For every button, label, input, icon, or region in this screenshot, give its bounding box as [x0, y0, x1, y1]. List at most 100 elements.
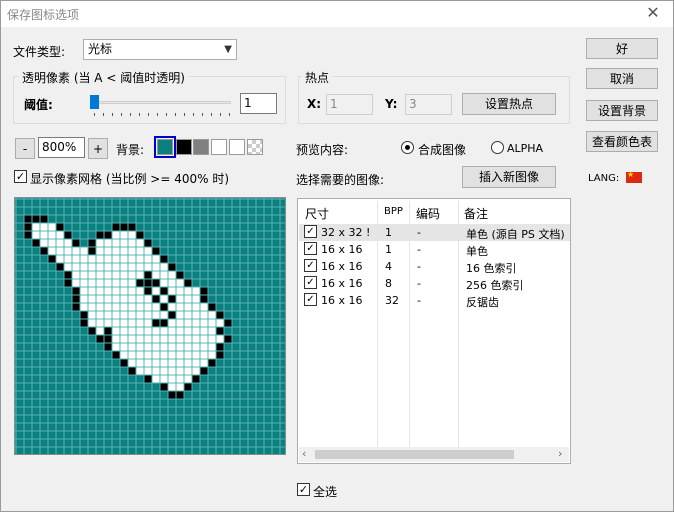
list-row[interactable]: ✓ 16 x 16 4 - 16 色索引: [299, 258, 570, 275]
pixel: [24, 223, 32, 231]
pixel: [192, 359, 200, 367]
col-bpp-header[interactable]: BPP: [384, 206, 403, 217]
pixel: [120, 295, 128, 303]
hotspot-y-input[interactable]: 3: [405, 94, 452, 115]
icon-preview-canvas[interactable]: [14, 197, 289, 472]
horizontal-scrollbar[interactable]: ‹ ›: [299, 447, 569, 462]
pixel: [144, 335, 152, 343]
row-checkbox[interactable]: ✓: [304, 293, 317, 306]
pixel: [96, 255, 104, 263]
pixel: [128, 319, 136, 327]
pixel: [104, 343, 112, 351]
pixel: [152, 311, 160, 319]
swatch-white-2[interactable]: [229, 139, 245, 155]
swatch-teal[interactable]: [157, 139, 173, 155]
pixel: [184, 327, 192, 335]
col-encoding-header[interactable]: 编码: [416, 205, 440, 222]
row-size: 16 x 16: [321, 277, 363, 290]
pixel: [80, 319, 88, 327]
pixel: [120, 223, 128, 231]
hotspot-x-input[interactable]: 1: [326, 94, 373, 115]
pixel: [144, 367, 152, 375]
image-list[interactable]: 尺寸 BPP 编码 备注 ✓ 32 x 32 ! 1 - 单色 (源自 PS 文…: [297, 198, 571, 464]
scroll-right-icon[interactable]: ›: [558, 447, 562, 460]
grid-checkbox[interactable]: ✓: [14, 170, 27, 183]
pixel: [200, 319, 208, 327]
swatch-checker[interactable]: [247, 139, 263, 155]
close-icon[interactable]: ✕: [643, 3, 663, 22]
row-checkbox[interactable]: ✓: [304, 259, 317, 272]
pixel: [48, 247, 56, 255]
pixel: [152, 375, 160, 383]
pixel: [168, 359, 176, 367]
ok-button[interactable]: 好: [586, 38, 658, 59]
list-row[interactable]: ✓ 16 x 16 8 - 256 色索引: [299, 275, 570, 292]
pixel: [40, 223, 48, 231]
pixel: [24, 215, 32, 223]
pixel: [40, 239, 48, 247]
pixel: [48, 223, 56, 231]
insert-image-button[interactable]: 插入新图像: [462, 166, 556, 188]
radio-alpha[interactable]: [491, 141, 504, 154]
pixel: [104, 303, 112, 311]
pixel: [128, 343, 136, 351]
radio-alpha-label: ALPHA: [507, 142, 544, 155]
radio-dot: [405, 145, 410, 150]
set-hotspot-button[interactable]: 设置热点: [462, 93, 556, 115]
pixel: [192, 375, 200, 383]
pixel: [128, 367, 136, 375]
select-all-checkbox[interactable]: ✓: [297, 483, 310, 496]
pixel: [160, 303, 168, 311]
swatch-white[interactable]: [211, 139, 227, 155]
file-type-select[interactable]: 光标 ▼: [83, 39, 237, 60]
col-note-header[interactable]: 备注: [464, 205, 488, 222]
set-background-button[interactable]: 设置背景: [586, 100, 658, 121]
view-palette-button[interactable]: 查看颜色表: [586, 131, 658, 152]
pixel: [120, 263, 128, 271]
pixel: [216, 327, 224, 335]
scrollbar-thumb[interactable]: [315, 450, 514, 459]
pixel: [48, 231, 56, 239]
pixel: [184, 351, 192, 359]
lang-label: LANG:: [588, 173, 620, 184]
swatch-black[interactable]: [176, 139, 192, 155]
pixel: [120, 319, 128, 327]
pixel: [112, 327, 120, 335]
pixel: [192, 295, 200, 303]
row-checkbox[interactable]: ✓: [304, 276, 317, 289]
pixel: [104, 295, 112, 303]
pixel: [160, 327, 168, 335]
pixel: [168, 287, 176, 295]
pixel: [32, 239, 40, 247]
pixel: [176, 343, 184, 351]
china-flag-icon[interactable]: ★: [626, 170, 642, 183]
list-row[interactable]: ✓ 16 x 16 32 - 反锯齿: [299, 292, 570, 309]
row-checkbox[interactable]: ✓: [304, 242, 317, 255]
pixel: [192, 311, 200, 319]
col-size-header[interactable]: 尺寸: [305, 205, 329, 222]
pixel: [168, 319, 176, 327]
pixel: [56, 231, 64, 239]
zoom-input[interactable]: 800%: [38, 137, 85, 158]
row-checkbox[interactable]: ✓: [304, 225, 317, 238]
star-icon: ★: [627, 170, 635, 179]
pixel: [136, 327, 144, 335]
scroll-left-icon[interactable]: ‹: [302, 447, 306, 460]
pixel: [208, 319, 216, 327]
threshold-slider-track[interactable]: [93, 101, 231, 104]
zoom-out-button[interactable]: -: [15, 138, 35, 159]
cancel-button[interactable]: 取消: [586, 68, 658, 89]
pixel: [176, 303, 184, 311]
list-row[interactable]: ✓ 32 x 32 ! 1 - 单色 (源自 PS 文档): [299, 224, 570, 241]
radio-composite[interactable]: [401, 141, 414, 154]
threshold-slider-thumb[interactable]: [90, 95, 99, 109]
zoom-in-button[interactable]: +: [88, 138, 108, 159]
threshold-input[interactable]: 1: [240, 93, 277, 114]
list-row[interactable]: ✓ 16 x 16 1 - 单色: [299, 241, 570, 258]
pixel: [104, 247, 112, 255]
pixel: [96, 263, 104, 271]
swatch-gray[interactable]: [193, 139, 209, 155]
pixel: [200, 311, 208, 319]
pixel: [208, 303, 216, 311]
pixel: [104, 255, 112, 263]
